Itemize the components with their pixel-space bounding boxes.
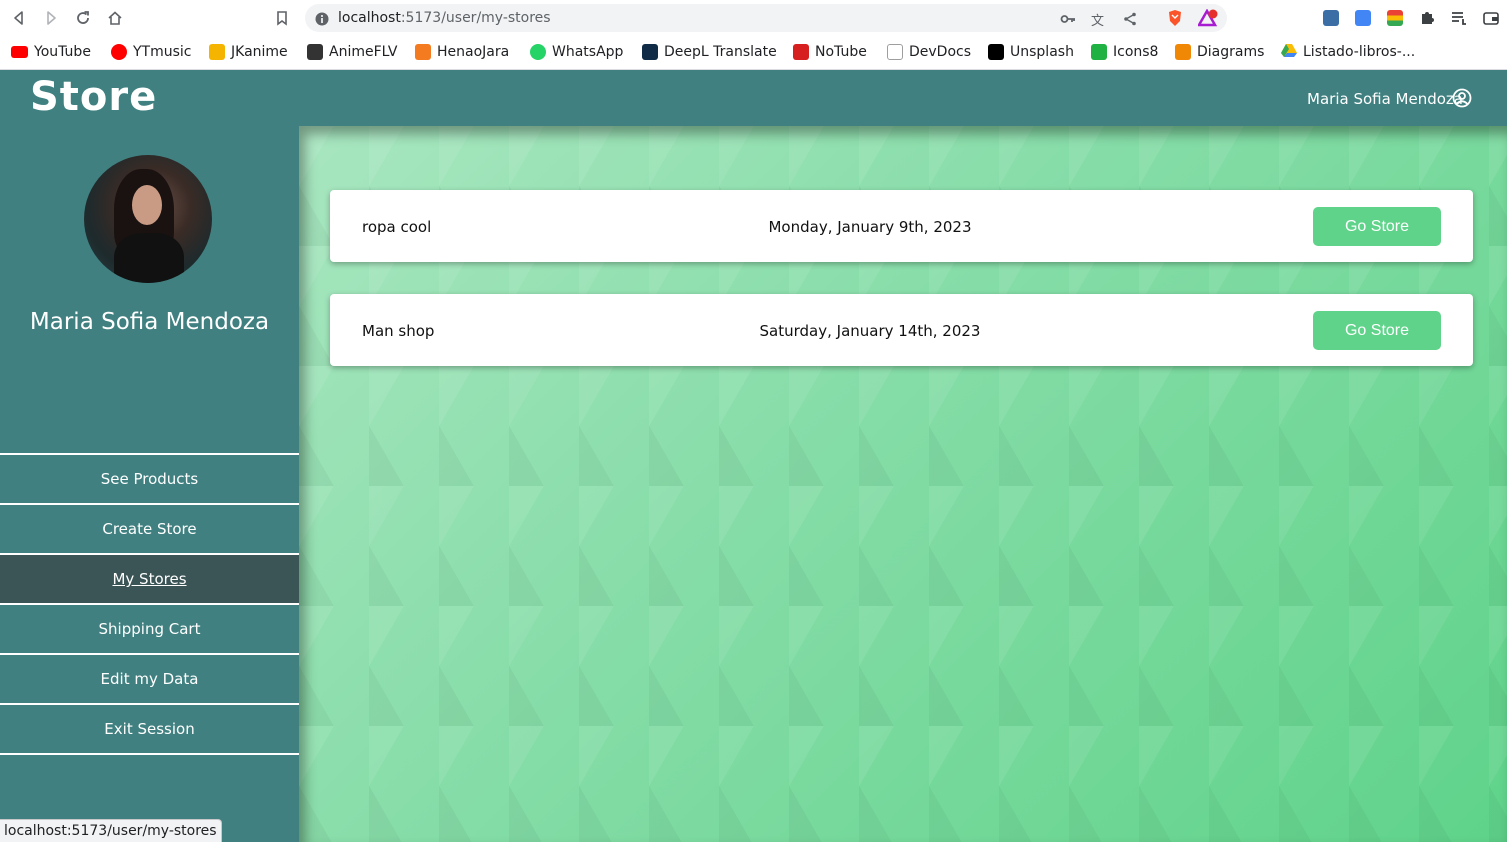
- bookmark-label: NoTube: [815, 44, 867, 60]
- sidebar-item-create-store[interactable]: Create Store: [0, 503, 299, 553]
- sidebar-item-see-products[interactable]: See Products: [0, 453, 299, 503]
- store-card: ropa cool Monday, January 9th, 2023 Go S…: [330, 190, 1473, 262]
- jkanime-icon: [209, 44, 225, 60]
- store-card: Man shop Saturday, January 14th, 2023 Go…: [330, 294, 1473, 366]
- diagrams-icon: [1175, 44, 1191, 60]
- ytmusic-icon: [111, 44, 127, 60]
- go-store-button[interactable]: Go Store: [1313, 311, 1441, 350]
- bookmark-label: YouTube: [34, 44, 91, 60]
- address-bar[interactable]: localhost:5173/user/my-stores 文: [305, 4, 1227, 32]
- bookmark-diagrams[interactable]: Diagrams: [1175, 42, 1264, 62]
- bookmark-label: JKanime: [231, 44, 288, 60]
- unsplash-icon: [988, 44, 1004, 60]
- avatar: [84, 155, 212, 283]
- bookmark-ytmusic[interactable]: YTmusic: [111, 42, 192, 62]
- whatsapp-icon: [530, 44, 546, 60]
- store-date: Monday, January 9th, 2023: [768, 218, 972, 236]
- henaojara-icon: [415, 44, 431, 60]
- bookmark-listado-libros[interactable]: Listado-libros-...: [1281, 42, 1415, 62]
- sidebar-item-shipping-cart[interactable]: Shipping Cart: [0, 603, 299, 653]
- bookmark-label: Unsplash: [1010, 44, 1074, 60]
- bookmark-youtube[interactable]: YouTube: [11, 42, 91, 62]
- bookmark-deepl[interactable]: DeepL Translate: [642, 42, 777, 62]
- bookmark-animeflv[interactable]: AnimeFLV: [307, 42, 397, 62]
- bookmark-label: AnimeFLV: [329, 44, 398, 60]
- bookmark-label: DeepL Translate: [664, 44, 777, 60]
- sidebar-item-exit-session[interactable]: Exit Session: [0, 703, 299, 755]
- forward-icon[interactable]: [39, 6, 63, 30]
- google-translate-icon[interactable]: [1353, 8, 1373, 28]
- notube-icon: [793, 44, 809, 60]
- app-logo[interactable]: Store: [30, 74, 157, 120]
- translate-icon[interactable]: 文: [1091, 10, 1104, 29]
- bookmark-jkanime[interactable]: JKanime: [209, 42, 288, 62]
- animeflv-icon: [307, 44, 323, 60]
- bookmark-label: WhatsApp: [552, 44, 624, 60]
- url-path: :5173/user/my-stores: [400, 10, 551, 26]
- go-store-button[interactable]: Go Store: [1313, 207, 1441, 246]
- bookmark-label: Diagrams: [1197, 44, 1265, 60]
- sidebar-item-my-stores[interactable]: My Stores: [0, 553, 299, 603]
- url-text: localhost:5173/user/my-stores: [338, 10, 551, 26]
- wallet-icon[interactable]: [1481, 8, 1501, 28]
- puzzle-icon[interactable]: [1417, 8, 1437, 28]
- status-url: localhost:5173/user/my-stores: [0, 819, 222, 842]
- bookmark-whatsapp[interactable]: WhatsApp: [530, 42, 623, 62]
- bookmark-unsplash[interactable]: Unsplash: [988, 42, 1074, 62]
- back-icon[interactable]: [7, 6, 31, 30]
- bookmark-devdocs[interactable]: DevDocs: [887, 42, 971, 62]
- bookmark-notube[interactable]: NoTube: [793, 42, 867, 62]
- color-picker-icon[interactable]: [1385, 8, 1405, 28]
- user-circle-icon[interactable]: [1452, 88, 1473, 112]
- app-header: Store Maria Sofia Mendoza: [0, 70, 1507, 126]
- url-host: localhost: [338, 10, 401, 26]
- bookmarks-bar: YouTube YTmusic JKanime AnimeFLV HenaoJa…: [0, 36, 1507, 70]
- home-icon[interactable]: [103, 6, 127, 30]
- bookmark-label: Icons8: [1113, 44, 1159, 60]
- reload-icon[interactable]: [71, 6, 95, 30]
- sidebar: Maria Sofia Mendoza See Products Create …: [0, 126, 299, 842]
- share-icon[interactable]: [1123, 11, 1137, 30]
- google-drive-icon: [1281, 43, 1297, 61]
- bookmark-label: DevDocs: [909, 44, 972, 60]
- bookmark-label: YTmusic: [133, 44, 192, 60]
- sidebar-menu: See Products Create Store My Stores Ship…: [0, 453, 299, 755]
- bookmark-henaojara[interactable]: HenaoJara: [415, 42, 509, 62]
- key-icon[interactable]: [1060, 11, 1076, 30]
- header-user-name[interactable]: Maria Sofia Mendoza: [1307, 90, 1463, 108]
- brave-shield-icon[interactable]: [1167, 9, 1183, 31]
- bookmark-label: Listado-libros-...: [1303, 44, 1416, 60]
- site-info-icon[interactable]: [315, 11, 329, 30]
- sidebar-user-name: Maria Sofia Mendoza: [29, 309, 270, 335]
- devdocs-icon: [887, 44, 903, 60]
- youtube-icon: [11, 46, 28, 58]
- browser-toolbar: localhost:5173/user/my-stores 文: [0, 0, 1507, 36]
- bookmark-label: HenaoJara: [437, 44, 510, 60]
- sidebar-item-edit-my-data[interactable]: Edit my Data: [0, 653, 299, 703]
- icons8-icon: [1091, 44, 1107, 60]
- extension-icon[interactable]: [1321, 8, 1341, 28]
- bookmark-icons8[interactable]: Icons8: [1091, 42, 1158, 62]
- brave-rewards-icon[interactable]: [1196, 8, 1220, 31]
- reading-list-icon[interactable]: [1449, 8, 1469, 28]
- main-content: ropa cool Monday, January 9th, 2023 Go S…: [299, 126, 1507, 842]
- store-date: Saturday, January 14th, 2023: [759, 322, 981, 340]
- bookmark-icon[interactable]: [270, 6, 294, 30]
- deepl-icon: [642, 44, 658, 60]
